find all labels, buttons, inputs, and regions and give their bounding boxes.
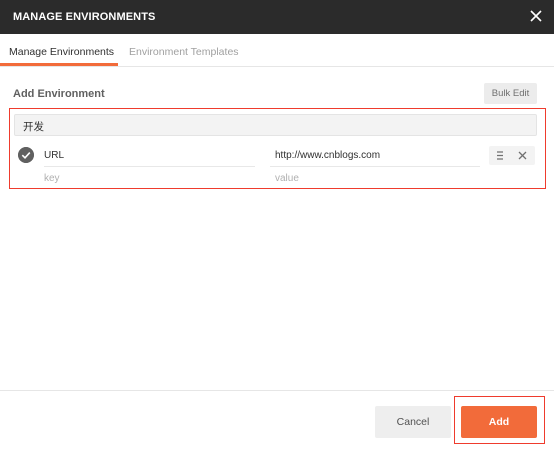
- dialog-title: MANAGE ENVIRONMENTS: [13, 11, 156, 23]
- dialog-titlebar: MANAGE ENVIRONMENTS: [0, 0, 554, 34]
- value-field-divider: [270, 166, 480, 167]
- delete-row-icon[interactable]: [517, 150, 528, 161]
- section-title: Add Environment: [13, 88, 105, 100]
- variable-value-field[interactable]: http://www.cnblogs.com: [275, 150, 380, 161]
- drag-handle-icon[interactable]: [495, 150, 505, 161]
- bulk-edit-button[interactable]: Bulk Edit: [484, 83, 537, 104]
- close-icon[interactable]: [528, 8, 544, 24]
- tab-manage-environments[interactable]: Manage Environments: [9, 46, 114, 58]
- tab-environment-templates[interactable]: Environment Templates: [129, 46, 239, 58]
- new-key-input[interactable]: key: [44, 173, 60, 184]
- cancel-button[interactable]: Cancel: [375, 406, 451, 438]
- active-tab-indicator: [0, 63, 118, 66]
- variable-key-field[interactable]: URL: [44, 150, 64, 161]
- checkmark-icon[interactable]: [18, 147, 34, 163]
- footer-divider: [0, 390, 554, 391]
- environment-name-input[interactable]: 开发: [14, 114, 537, 136]
- key-field-divider: [44, 166, 255, 167]
- new-value-input[interactable]: value: [275, 173, 299, 184]
- row-actions: [489, 146, 535, 165]
- add-button[interactable]: Add: [461, 406, 537, 438]
